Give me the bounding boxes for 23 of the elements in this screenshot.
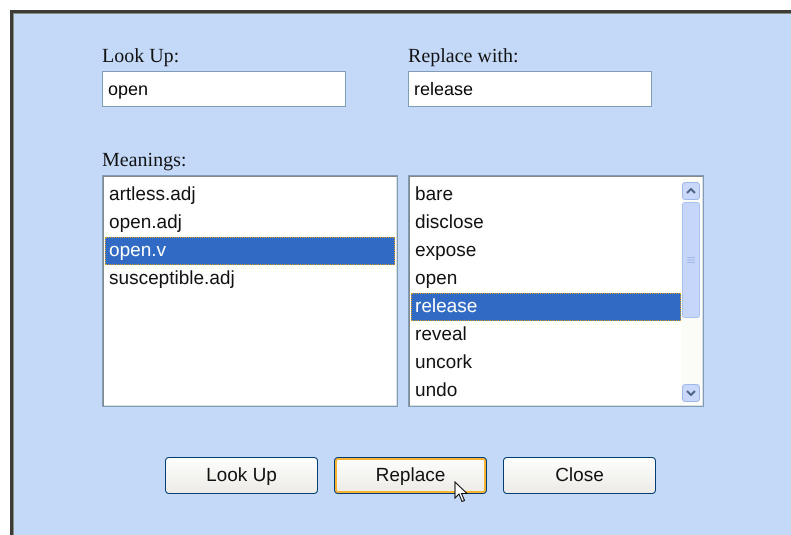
dialog-button[interactable]: Close: [503, 457, 656, 494]
list-item[interactable]: disclose: [411, 209, 681, 237]
list-label: Meanings:: [102, 148, 186, 173]
list-item[interactable]: release: [411, 293, 681, 321]
text-field[interactable]: open: [102, 71, 346, 107]
list-item[interactable]: expose: [411, 237, 681, 265]
field-label: Look Up:: [102, 44, 180, 69]
list-item[interactable]: reveal: [411, 321, 681, 349]
text-field[interactable]: release: [408, 71, 652, 107]
list-item[interactable]: open: [411, 265, 681, 293]
list-item[interactable]: undo: [411, 377, 681, 405]
list-item[interactable]: uncork: [411, 349, 681, 377]
list-item[interactable]: artless.adj: [105, 181, 395, 209]
mouse-pointer-icon: [454, 481, 468, 503]
field-label: Replace with:: [408, 44, 519, 69]
scrollbar-thumb[interactable]: [682, 202, 700, 318]
list-item[interactable]: open.v: [105, 237, 395, 265]
list-item[interactable]: bare: [411, 181, 681, 209]
list-item[interactable]: open.adj: [105, 209, 395, 237]
dialog-button[interactable]: Look Up: [165, 457, 318, 494]
list-item[interactable]: susceptible.adj: [105, 265, 395, 293]
dialog-button[interactable]: Replace: [334, 457, 487, 494]
grip-icon[interactable]: [687, 256, 695, 264]
